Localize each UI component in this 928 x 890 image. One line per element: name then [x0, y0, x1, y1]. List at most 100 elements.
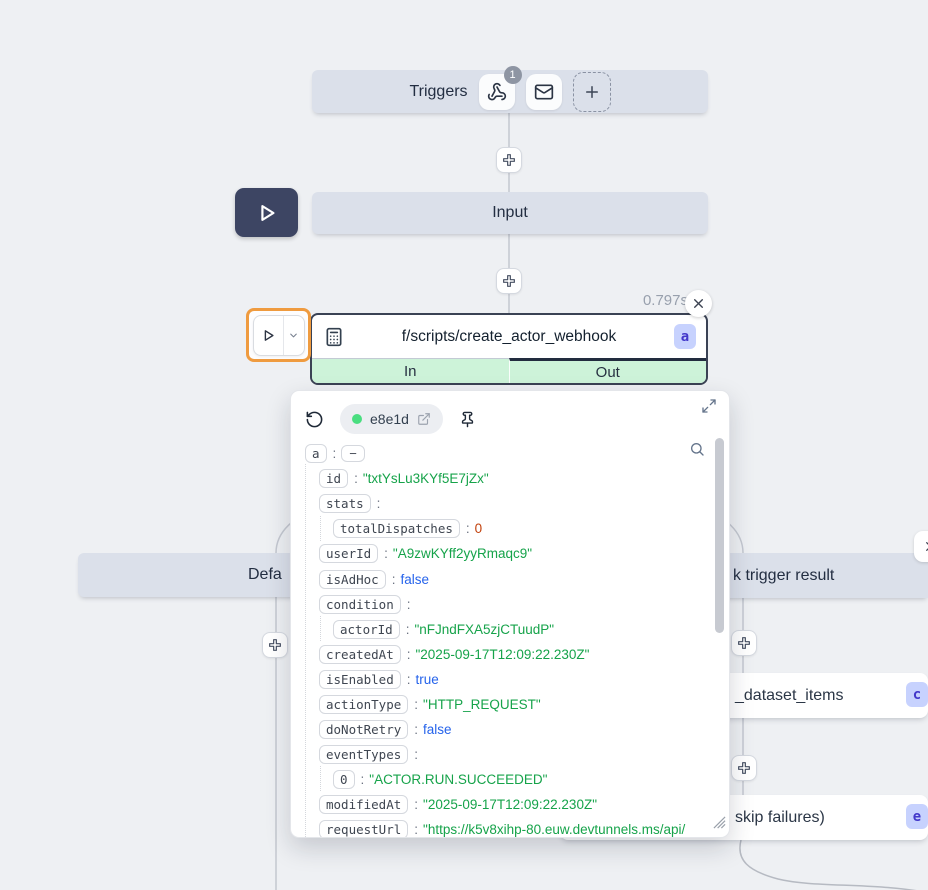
add-step-button[interactable] — [496, 147, 522, 173]
json-value: 0 — [475, 521, 483, 536]
json-row[interactable]: requestUrl : "https://k5v8xihp-80.euw.de… — [295, 817, 707, 837]
json-key[interactable]: stats — [319, 494, 371, 513]
close-icon — [924, 540, 928, 553]
json-value: − — [341, 445, 365, 462]
chevron-down-icon — [288, 330, 299, 341]
input-label: Input — [492, 204, 528, 222]
add-step-button[interactable] — [731, 755, 757, 781]
tab-out[interactable]: Out — [509, 358, 707, 383]
script-node-header[interactable]: f/scripts/create_actor_webhook a — [312, 315, 706, 358]
json-row[interactable]: doNotRetry : false — [295, 717, 707, 742]
json-value: "HTTP_REQUEST" — [423, 697, 541, 712]
json-value: "A9zwKYff2yyRmaqc9" — [393, 546, 532, 561]
cross-plus-icon — [736, 760, 752, 776]
json-row[interactable]: isEnabled : true — [295, 667, 707, 692]
step-id-badge: e — [906, 804, 928, 829]
json-row[interactable]: totalDispatches : 0 — [295, 516, 707, 541]
json-key[interactable]: doNotRetry — [319, 720, 408, 739]
cross-plus-icon — [736, 635, 752, 651]
add-trigger-button[interactable] — [573, 72, 611, 112]
close-icon — [692, 297, 705, 310]
dataset-items-label: _dataset_items — [735, 687, 844, 705]
email-trigger-button[interactable] — [526, 74, 562, 110]
pin-icon[interactable] — [459, 411, 476, 428]
json-key[interactable]: actionType — [319, 695, 408, 714]
add-step-button[interactable] — [731, 630, 757, 656]
json-value: "2025-09-17T12:09:22.230Z" — [423, 797, 597, 812]
add-step-button[interactable] — [496, 268, 522, 294]
branch-default-label: Defa — [248, 566, 282, 584]
json-key[interactable]: 0 — [333, 770, 355, 789]
json-row[interactable]: stats : — [295, 491, 707, 516]
json-row[interactable]: 0 : "ACTOR.RUN.SUCCEEDED" — [295, 767, 707, 792]
json-key[interactable]: eventTypes — [319, 745, 408, 764]
tab-in[interactable]: In — [312, 358, 509, 383]
cross-plus-icon — [501, 152, 517, 168]
json-key[interactable]: a — [305, 444, 327, 463]
run-options-dropdown[interactable] — [284, 316, 304, 355]
mail-icon — [534, 82, 554, 102]
json-row[interactable]: userId : "A9zwKYff2yyRmaqc9" — [295, 541, 707, 566]
json-row[interactable]: isAdHoc : false — [295, 566, 707, 591]
json-key[interactable]: modifiedAt — [319, 795, 408, 814]
add-step-button[interactable] — [262, 632, 288, 658]
triggers-bar[interactable]: Triggers 1 — [312, 70, 708, 113]
success-dot — [352, 414, 362, 424]
json-value: "nFJndFXA5zjCTuudP" — [414, 622, 554, 637]
json-row[interactable]: id : "txtYsLu3KYf5E7jZx" — [295, 466, 707, 491]
json-value: "https://k5v8xihp-80.euw.devtunnels.ms/a… — [423, 822, 685, 837]
run-version-pill[interactable]: e8e1d — [340, 404, 443, 434]
json-key[interactable]: condition — [319, 595, 401, 614]
node-corner-button[interactable] — [914, 531, 928, 562]
expand-panel-button[interactable] — [701, 398, 717, 419]
expand-icon — [701, 398, 717, 414]
json-key[interactable]: isAdHoc — [319, 570, 386, 589]
webhook-trigger-button[interactable]: 1 — [479, 74, 515, 110]
panel-scrollbar[interactable] — [715, 438, 724, 633]
skip-failures-label: skip failures) — [735, 809, 825, 827]
json-viewer[interactable]: a : − id : "txtYsLu3KYf5E7jZx" stats : t… — [295, 441, 707, 837]
test-flow-button[interactable] — [235, 188, 298, 237]
json-key[interactable]: requestUrl — [319, 820, 408, 837]
json-row[interactable]: a : − — [295, 441, 707, 466]
json-row[interactable]: condition : — [295, 592, 707, 617]
close-result-button[interactable] — [685, 290, 712, 317]
resize-handle[interactable] — [713, 816, 726, 834]
json-key[interactable]: isEnabled — [319, 670, 401, 689]
step-id-badge: a — [674, 324, 696, 349]
cross-plus-icon — [501, 273, 517, 289]
history-icon[interactable] — [305, 410, 324, 429]
external-link-icon[interactable] — [417, 412, 431, 426]
selected-step-run-controls — [246, 308, 311, 362]
json-key[interactable]: actorId — [333, 620, 400, 639]
json-value: "2025-09-17T12:09:22.230Z" — [416, 647, 590, 662]
run-version-label: e8e1d — [370, 411, 409, 427]
json-row[interactable]: modifiedAt : "2025-09-17T12:09:22.230Z" — [295, 792, 707, 817]
script-node-title: f/scripts/create_actor_webhook — [350, 328, 668, 346]
resize-grip-icon — [713, 816, 726, 829]
input-node[interactable]: Input — [312, 192, 708, 234]
json-key[interactable]: userId — [319, 544, 378, 563]
run-step-split-button[interactable] — [253, 315, 305, 356]
json-row[interactable]: actorId : "nFJndFXA5zjCTuudP" — [295, 617, 707, 642]
webhook-icon — [487, 82, 507, 102]
json-value: false — [423, 722, 452, 737]
json-row[interactable]: eventTypes : — [295, 742, 707, 767]
json-value: false — [400, 572, 429, 587]
json-value: "txtYsLu3KYf5E7jZx" — [363, 471, 489, 486]
branch-trigger-result-label: k trigger result — [733, 567, 834, 585]
triggers-label: Triggers — [409, 83, 467, 101]
json-row[interactable]: createdAt : "2025-09-17T12:09:22.230Z" — [295, 642, 707, 667]
script-node[interactable]: f/scripts/create_actor_webhook a In Out — [310, 313, 708, 385]
json-key[interactable]: id — [319, 469, 348, 488]
play-icon — [256, 202, 278, 224]
json-value: "ACTOR.RUN.SUCCEEDED" — [369, 772, 547, 787]
cross-plus-icon — [267, 637, 283, 653]
json-value: true — [416, 672, 439, 687]
json-key[interactable]: createdAt — [319, 645, 401, 664]
script-icon — [324, 327, 344, 347]
run-step-button[interactable] — [254, 316, 284, 355]
json-row[interactable]: actionType : "HTTP_REQUEST" — [295, 692, 707, 717]
json-key[interactable]: totalDispatches — [333, 519, 460, 538]
step-id-badge: c — [906, 682, 928, 707]
